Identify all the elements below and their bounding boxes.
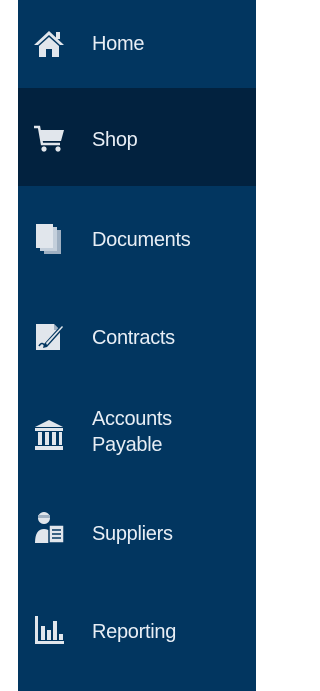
nav-item-home[interactable]: Home [18, 0, 256, 88]
nav-label-home: Home [92, 33, 145, 55]
nav-label-reporting: Reporting [92, 621, 177, 643]
nav-item-shop[interactable]: Shop [18, 88, 256, 186]
home-icon [32, 26, 66, 60]
documents-icon [32, 222, 66, 256]
nav-label-contracts: Contracts [92, 327, 175, 349]
sidebar-nav: Home Shop Documents Contracts Accounts P… [18, 0, 256, 691]
bank-icon [32, 418, 66, 452]
nav-item-documents[interactable]: Documents [18, 186, 256, 284]
nav-item-contracts[interactable]: Contracts [18, 284, 256, 382]
shopping-cart-icon [32, 120, 66, 154]
nav-label-suppliers: Suppliers [92, 523, 173, 545]
contract-sign-icon [32, 318, 66, 352]
nav-label-accounts-payable: Accounts Payable [92, 408, 172, 456]
supplier-person-icon [32, 510, 66, 544]
bar-chart-icon [32, 612, 66, 646]
nav-item-accounts-payable[interactable]: Accounts Payable [18, 382, 256, 480]
nav-item-reporting[interactable]: Reporting [18, 578, 256, 676]
nav-label-shop: Shop [92, 129, 138, 151]
nav-label-documents: Documents [92, 229, 191, 251]
nav-item-suppliers[interactable]: Suppliers [18, 480, 256, 578]
